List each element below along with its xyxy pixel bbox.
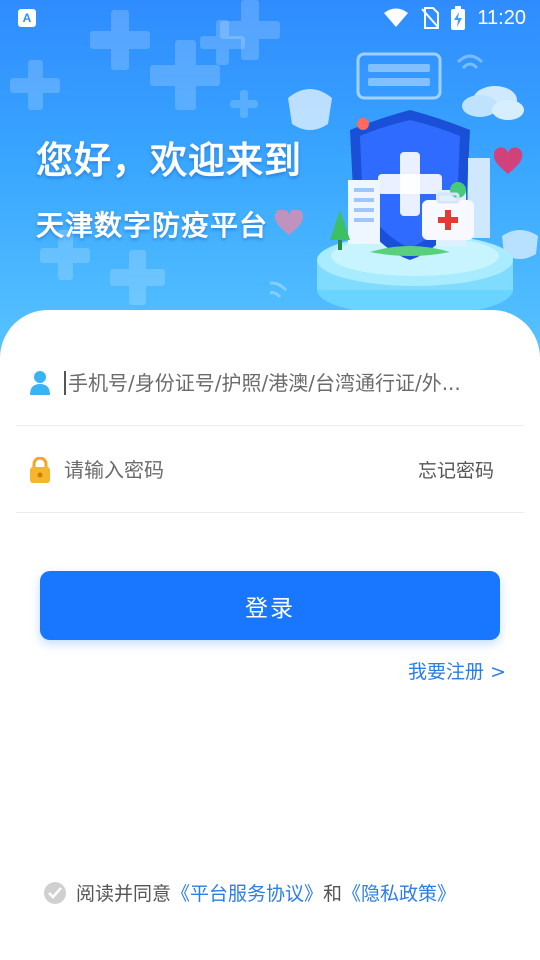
health-shield-illustration	[270, 52, 538, 316]
no-sim-icon	[421, 7, 440, 29]
welcome-title: 您好，欢迎来到	[36, 138, 302, 182]
cross-decoration	[110, 250, 165, 305]
agreement-row: 阅读并同意 《平台服务协议》 和 《隐私政策》	[44, 879, 456, 906]
text-cursor	[64, 370, 66, 395]
login-button[interactable]: 登录	[40, 571, 500, 640]
wifi-icon	[384, 8, 409, 27]
platform-name: 天津数字防疫平台	[36, 209, 269, 242]
check-icon	[48, 886, 62, 899]
account-field	[16, 340, 524, 426]
agreement-prefix: 阅读并同意	[76, 883, 172, 905]
register-link[interactable]: 我要注册 >	[408, 657, 506, 684]
lock-icon	[30, 456, 50, 483]
account-input[interactable]	[68, 362, 524, 403]
agreement-joiner: 和	[323, 883, 343, 905]
service-agreement-link[interactable]: 《平台服务协议》	[171, 879, 323, 906]
hero-banner: A 11:20 您好，欢迎来到 天津数字防疫平台	[0, 0, 540, 360]
app-notification-icon: A	[18, 9, 36, 27]
password-field: 忘记密码	[16, 427, 524, 513]
cross-decoration	[230, 90, 258, 118]
agree-checkbox[interactable]	[44, 881, 66, 904]
clock: 11:20	[477, 6, 526, 29]
user-icon	[30, 370, 50, 395]
forgot-password-link[interactable]: 忘记密码	[418, 456, 494, 483]
status-bar: A 11:20	[0, 0, 540, 36]
cross-decoration	[10, 60, 60, 110]
battery-charging-icon	[451, 6, 466, 30]
password-input[interactable]	[64, 449, 418, 490]
privacy-policy-link[interactable]: 《隐私政策》	[342, 879, 456, 906]
